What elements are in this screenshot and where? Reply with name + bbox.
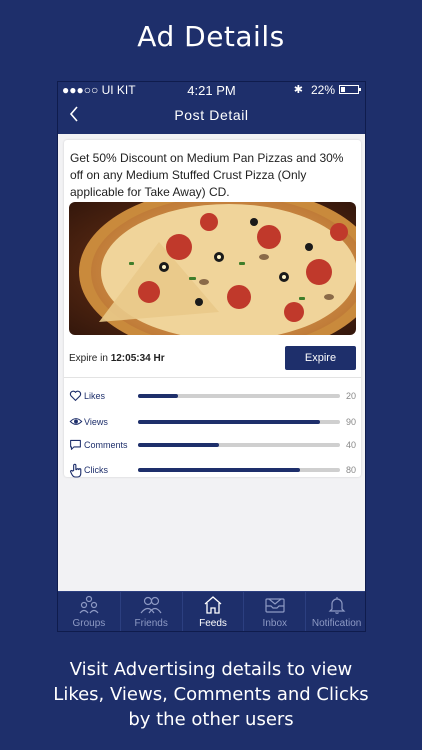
- post-card: Get 50% Discount on Medium Pan Pizzas an…: [64, 140, 361, 478]
- nav-bar: Post Detail: [58, 98, 365, 134]
- tab-bar: Groups Friends Feeds Inbox Notification: [58, 591, 365, 631]
- friends-icon: [140, 595, 162, 615]
- stat-value: 40: [345, 440, 356, 450]
- caption-line: Likes, Views, Comments and Clicks: [53, 684, 369, 705]
- page-title: Post Detail: [174, 107, 249, 123]
- heart-icon[interactable]: [69, 389, 83, 403]
- tab-label: Groups: [72, 618, 106, 629]
- content-area: Get 50% Discount on Medium Pan Pizzas an…: [58, 134, 365, 593]
- stat-likes: Likes 20: [69, 389, 356, 403]
- stat-label: Views: [84, 417, 108, 427]
- status-bar: ●●●○○ UI KIT 4:21 PM ✱ 22%: [58, 82, 365, 98]
- comment-icon[interactable]: [69, 438, 83, 452]
- eye-icon[interactable]: [69, 415, 83, 429]
- stat-views: Views 90: [69, 415, 356, 429]
- stat-bar: [138, 420, 340, 424]
- tab-label: Inbox: [262, 618, 288, 629]
- stat-clicks: Clicks 80: [69, 463, 356, 478]
- stat-bar: [138, 394, 340, 398]
- tab-groups[interactable]: Groups: [58, 592, 120, 631]
- promo-title: Ad Details: [137, 20, 285, 53]
- stat-value: 80: [345, 465, 356, 475]
- hand-pointer-icon[interactable]: [69, 463, 83, 478]
- tab-feeds[interactable]: Feeds: [181, 592, 244, 631]
- tab-label: Friends: [134, 618, 168, 629]
- divider: [64, 377, 361, 378]
- stat-value: 90: [345, 417, 356, 427]
- battery-icon: [339, 85, 361, 94]
- bluetooth-icon: ✱: [293, 84, 303, 96]
- tab-friends[interactable]: Friends: [119, 592, 182, 631]
- home-icon: [202, 595, 224, 615]
- stat-bar: [138, 468, 340, 472]
- stat-comments: Comments 40: [69, 438, 356, 452]
- stat-label: Clicks: [84, 465, 108, 475]
- inbox-icon: [264, 595, 286, 615]
- stat-bar: [138, 443, 340, 447]
- stat-label: Likes: [84, 391, 106, 401]
- expire-button[interactable]: Expire: [285, 346, 356, 370]
- stat-value: 20: [345, 391, 356, 401]
- tab-label: Notification: [311, 618, 362, 629]
- tab-notification[interactable]: Notification: [305, 592, 365, 631]
- bell-icon: [326, 595, 348, 615]
- tab-label: Feeds: [199, 618, 227, 629]
- stat-label: Comments: [84, 440, 128, 450]
- expire-countdown: Expire in 12:05:34 Hr: [69, 353, 165, 364]
- promo-caption: Visit Advertising details to view Likes,…: [0, 657, 422, 732]
- expire-label: Expire in: [69, 353, 111, 364]
- post-description: Get 50% Discount on Medium Pan Pizzas an…: [70, 151, 344, 199]
- caption-line: Visit Advertising details to view: [69, 659, 353, 680]
- pizza-photo: [69, 202, 356, 335]
- expire-row: Expire in 12:05:34 Hr Expire: [69, 346, 356, 372]
- groups-icon: [78, 595, 100, 615]
- expire-time: 12:05:34 Hr: [110, 353, 165, 364]
- phone-screen: ●●●○○ UI KIT 4:21 PM ✱ 22% Post Detail G…: [57, 81, 366, 632]
- tab-inbox[interactable]: Inbox: [243, 592, 305, 631]
- battery-percent: 22%: [310, 83, 335, 97]
- caption-line: by the other users: [128, 709, 294, 730]
